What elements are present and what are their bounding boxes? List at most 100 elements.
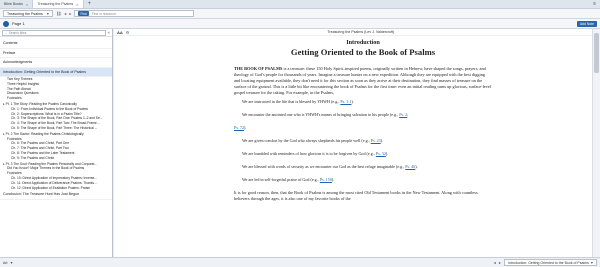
text-size-icon[interactable]: AA xyxy=(117,30,123,35)
chevron-right-icon[interactable]: ▸ xyxy=(3,132,5,136)
toc-item[interactable]: Ch. 5: The Shape of the Book, Part Three… xyxy=(0,126,112,131)
scripture-link[interactable]: Ps. 72 xyxy=(234,125,244,130)
toc-item[interactable]: Contents xyxy=(0,39,112,49)
toc-item-label: Footnotes xyxy=(7,136,22,141)
scripture-link[interactable]: Ps. 1:1 xyxy=(340,99,351,104)
document-body: Introduction Getting Oriented to the Boo… xyxy=(234,39,492,206)
toc-item-label: Acknowledgments xyxy=(3,60,33,64)
toc-item-label: Two Key Themes xyxy=(7,77,33,81)
toc-item-label: Footnotes xyxy=(7,96,22,101)
toc-item-label: Pt. 2 The Savior: Reading the Psalms Chr… xyxy=(5,131,84,136)
list-item-tail: ; xyxy=(407,112,409,117)
list-item-text: We are blessed with words of security as… xyxy=(242,164,406,169)
toc-item-label: Footnotes xyxy=(7,171,22,176)
tab-label: Treasuring the Psalms xyxy=(37,2,74,6)
list-item-tail: ). xyxy=(331,177,335,182)
list-item-text: We encounter the anointed one who is YHW… xyxy=(242,112,400,117)
add-note-button[interactable]: Add Note xyxy=(576,20,597,27)
intro-lead: THE BOOK OF PSALMS xyxy=(234,65,283,71)
tab-strip: Bible Books × Treasuring the Psalms × + … xyxy=(0,0,600,9)
toc-search-placeholder: Search titles xyxy=(8,30,27,35)
list-item-text: We are led in self-forgetful praise of G… xyxy=(242,177,320,182)
list-item: We are given comfort by the God who alwa… xyxy=(234,138,492,144)
location-select[interactable]: Introduction: Getting Oriented to the Bo… xyxy=(503,259,597,266)
collapse-icon[interactable]: « xyxy=(108,30,110,35)
previous-icon[interactable]: ◂ xyxy=(64,11,66,16)
chevron-right-icon[interactable]: ▸ xyxy=(3,162,5,166)
list-item-tail: ). xyxy=(351,99,354,104)
next-icon[interactable]: ▸ xyxy=(499,260,501,265)
toc-item-label: Ch. 4: The Shape of the Book, Part Two: … xyxy=(11,121,100,126)
toc-item-label: Three Helpful Insights xyxy=(7,81,40,86)
toc-item[interactable]: Introduction: Getting Oriented to the Bo… xyxy=(0,67,112,77)
intro-paragraph: THE BOOK OF PSALMS is a treasure: these … xyxy=(234,66,492,96)
toc-item[interactable]: Ch. 9: The Psalms and Christ xyxy=(0,156,112,161)
gear-icon[interactable]: ⚙ xyxy=(126,30,130,35)
toc-item[interactable]: Footnotes xyxy=(0,96,112,101)
toc-item-label: Ch. 9: The Psalms and Christ xyxy=(11,155,54,160)
chevron-right-icon[interactable]: ▸ xyxy=(3,102,5,106)
toc-item-label: Ch. 1: From Individual Psalms to the Boo… xyxy=(11,106,88,111)
scrollbar-thumb[interactable] xyxy=(594,33,599,73)
tab-bible-books[interactable]: Bible Books × xyxy=(0,0,34,8)
toc-item-label: Introduction: Getting Oriented to the Bo… xyxy=(3,69,87,74)
chevron-down-icon: ▾ xyxy=(46,11,49,16)
toc-item-label: Ch. 8: The Psalms and the Later Testamen… xyxy=(11,150,75,155)
tab-spacer xyxy=(95,0,589,8)
wrapped-reference: Ps. 72). xyxy=(234,125,492,131)
toc-item-label: Ch. 6: The Psalms and Christ, Part One xyxy=(11,141,70,146)
close-icon[interactable]: × xyxy=(76,2,78,7)
page-row: Page 1 Add Note xyxy=(0,19,600,29)
app-window: Bible Books × Treasuring the Psalms × + … xyxy=(0,0,600,267)
list-item-text: We are given comfort by the God who alwa… xyxy=(242,138,371,143)
toc-item-label: Pt. 1 The Story: Reading the Psalms Cano… xyxy=(5,101,77,106)
scripture-link[interactable]: Ps. 23 xyxy=(371,138,381,143)
status-bar: Art ▾ ◂ ▸ Introduction: Getting Oriented… xyxy=(0,257,600,267)
toc-item-label: Pt. 3 The Soul: Reading the Psalms Perso… xyxy=(5,161,98,166)
list-item-tail: ). xyxy=(385,151,389,156)
list-item-tail: ). xyxy=(244,125,247,130)
toc-item-label: Preface xyxy=(3,50,16,55)
toc-item-label: Ch. 5: The Shape of the Book, Part Three… xyxy=(11,125,98,130)
tab-treasuring-the-psalms[interactable]: Treasuring the Psalms × xyxy=(33,0,84,8)
scripture-link[interactable]: Ps. 46 xyxy=(405,164,415,169)
toc-item-label: The Path Ahead xyxy=(7,86,31,91)
chapter-heading: Introduction xyxy=(346,39,380,46)
list-item: We are led in self-forgetful praise of G… xyxy=(234,177,492,183)
link-icon[interactable]: ⛓ xyxy=(56,11,61,17)
scripture-link[interactable]: Ps. 150 xyxy=(320,177,332,182)
new-tab-icon[interactable]: + xyxy=(84,0,96,8)
close-icon[interactable]: × xyxy=(26,2,28,7)
list-item-tail: ). xyxy=(415,164,418,169)
chapter-subheading: Getting Oriented to the Book of Psalms xyxy=(290,46,436,57)
previous-icon[interactable]: ◂ xyxy=(494,260,496,265)
table-of-contents-panel: ⌕ Search titles « Contents Preface Acknowl… xyxy=(0,29,113,257)
chevron-down-icon[interactable]: ▾ xyxy=(10,260,12,265)
find-badge: Find xyxy=(78,11,89,16)
location-value: Introduction: Getting Oriented to the Bo… xyxy=(507,260,589,265)
toc-item-label: Did You Know? Major Themes in the Book o… xyxy=(7,166,85,171)
resource-select[interactable]: Treasuring the Psalms ▾ xyxy=(3,10,53,17)
art-label: Art xyxy=(3,260,8,265)
list-item-tail: ). xyxy=(380,138,384,143)
toc-item-label: Ch. 10: Direct Application of Imprecator… xyxy=(11,175,98,180)
vertical-scrollbar[interactable] xyxy=(592,29,600,257)
toc-tools: ⌕ Search titles « xyxy=(0,29,112,37)
tab-label: Bible Books xyxy=(4,2,23,6)
list-item-text: We are humbled with reminders of how glo… xyxy=(242,151,376,156)
chevron-down-icon: ▾ xyxy=(590,260,593,265)
scripture-link[interactable]: Ps. 32 xyxy=(376,151,386,156)
toc-item[interactable]: Acknowledgments xyxy=(0,58,112,68)
menu-icon[interactable]: ≡ xyxy=(589,0,600,8)
list-item: We are humbled with reminders of how glo… xyxy=(234,151,492,157)
resource-select-value: Treasuring the Psalms xyxy=(7,11,43,16)
next-icon[interactable]: ▸ xyxy=(69,11,71,16)
reader-title: Treasuring the Psalms (Lev J. Valdercrof… xyxy=(327,30,395,34)
resource-toolbar: Treasuring the Psalms ▾ ⛓ ◂ ▸ Find Find … xyxy=(0,9,600,19)
toc-item[interactable]: Preface xyxy=(0,49,112,58)
find-input[interactable]: Find Find in resource xyxy=(74,10,195,17)
toc-item[interactable]: Conclusion: The Treasure Hunt Has Just B… xyxy=(0,190,112,200)
toc-item-label: Discussion Questions xyxy=(7,91,39,96)
toc-search-input[interactable]: ⌕ Search titles xyxy=(2,29,106,36)
toc-list: Contents Preface Acknowledgments Introducti… xyxy=(0,37,112,202)
